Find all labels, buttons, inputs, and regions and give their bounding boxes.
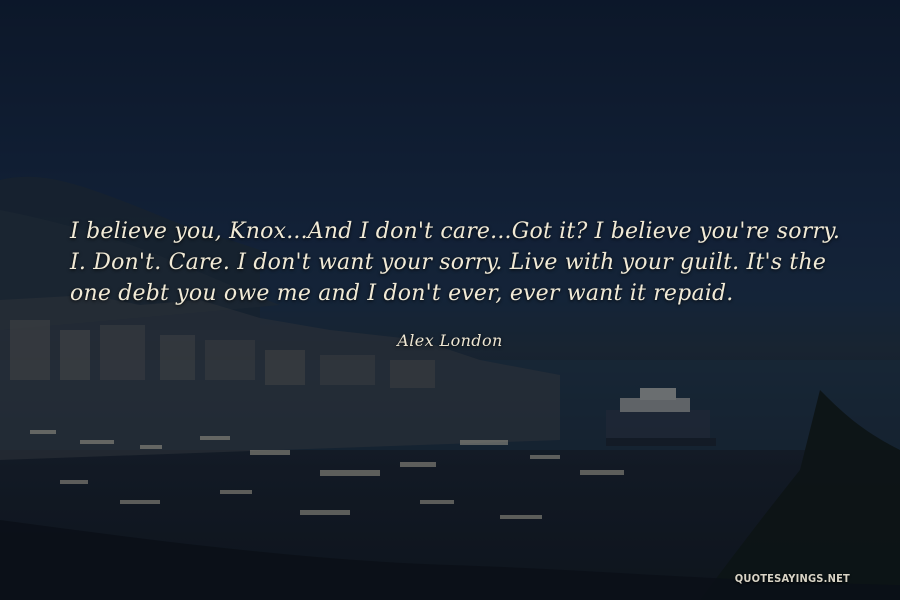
quote-author: Alex London: [397, 331, 503, 350]
quote-card: I believe you, Knox...And I don't care..…: [0, 0, 900, 600]
quote-text: I believe you, Knox...And I don't care..…: [70, 219, 841, 306]
site-watermark: QUOTESAYINGS.NET: [734, 572, 850, 585]
